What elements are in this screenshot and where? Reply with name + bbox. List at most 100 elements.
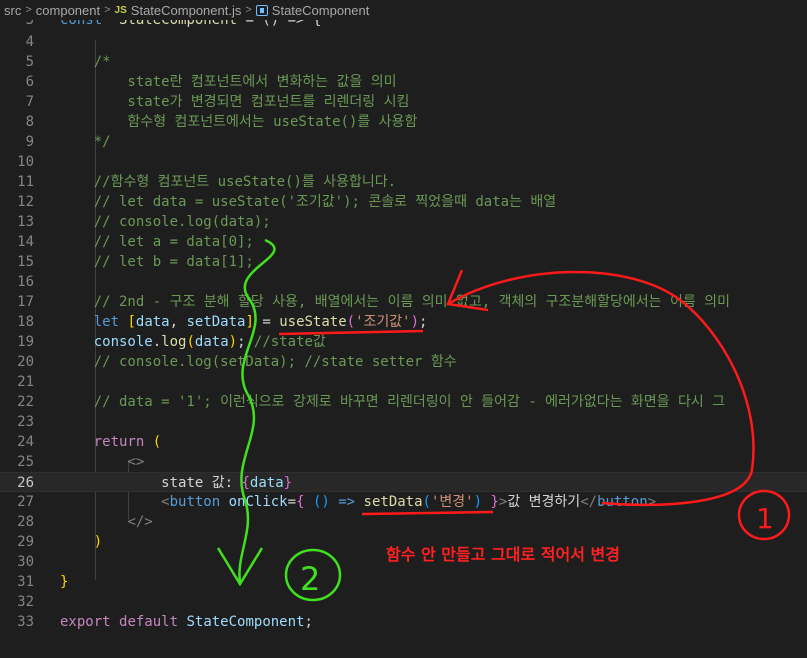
breadcrumb-item-file[interactable]: StateComponent.js <box>131 3 242 18</box>
code-token: data <box>194 334 229 350</box>
code-line[interactable]: 18 let [data, setData] = useState('조기값')… <box>0 312 807 332</box>
code-line[interactable]: 28 </> <box>0 512 807 532</box>
breadcrumb-item-symbol[interactable]: StateComponent <box>272 3 370 18</box>
code-line[interactable]: 24 return ( <box>0 432 807 452</box>
code-token: ; <box>237 334 254 350</box>
code-token: < <box>161 494 170 510</box>
code-token: // console.log(data); <box>60 214 271 230</box>
code-line[interactable]: 14 // let a = data[0]; <box>0 232 807 252</box>
code-token: () <box>312 494 330 510</box>
code-line[interactable]: 8 함수형 컴포넌트에서는 useState()를 사용함 <box>0 112 807 132</box>
line-number: 17 <box>17 294 34 310</box>
code-line[interactable]: 5 /* <box>0 52 807 72</box>
line-number: 9 <box>25 134 34 150</box>
code-token: ( <box>186 334 195 350</box>
code-token: button <box>169 494 221 510</box>
line-number: 15 <box>17 254 34 270</box>
line-number: 22 <box>17 394 34 410</box>
code-text: // 2nd - 구조 분해 할당 사용, 배열에서는 이름 의미 없고, 객체… <box>60 292 730 312</box>
line-number: 30 <box>17 554 34 570</box>
code-token: log <box>161 334 187 350</box>
code-token: [ <box>127 314 136 330</box>
code-token: { <box>241 475 250 491</box>
breadcrumb-item-component[interactable]: component <box>36 3 100 18</box>
code-token: } <box>60 574 69 590</box>
line-number: 4 <box>25 34 34 50</box>
code-text: // let a = data[0]; <box>60 232 254 252</box>
code-text: ) <box>60 532 102 552</box>
line-number: 21 <box>17 374 34 390</box>
code-token: data <box>249 475 284 491</box>
breadcrumb: src > component > JS StateComponent.js >… <box>0 0 807 20</box>
code-token: */ <box>60 134 111 150</box>
code-text: state 값: {data} <box>60 473 292 493</box>
code-line[interactable]: 19 console.log(data); //state값 <box>0 332 807 352</box>
line-number: 16 <box>17 274 34 290</box>
code-line[interactable]: 12 // let data = useState('조기값'); 콘솔로 찍었… <box>0 192 807 212</box>
code-line[interactable]: 26 state 값: {data} <box>0 472 807 492</box>
code-line[interactable]: 13 // console.log(data); <box>0 212 807 232</box>
code-token: // let a = data[0]; <box>60 234 254 250</box>
code-text: 함수형 컴포넌트에서는 useState()를 사용함 <box>60 112 417 132</box>
breadcrumb-item-src[interactable]: src <box>4 3 21 18</box>
code-line[interactable]: 27 <button onClick={ () => setData('변경')… <box>0 492 807 512</box>
line-number: 6 <box>25 74 34 90</box>
code-token: // 2nd - 구조 분해 할당 사용, 배열에서는 이름 의미 없고, 객체… <box>60 294 730 310</box>
code-line[interactable]: 20 // console.log(setData); //state sett… <box>0 352 807 372</box>
line-number: 25 <box>17 454 34 470</box>
code-line[interactable]: 7 state가 변경되면 컴포넌트를 리렌더링 시킴 <box>0 92 807 112</box>
line-number: 13 <box>17 214 34 230</box>
code-line[interactable]: 16 <box>0 272 807 292</box>
chevron-right-icon: > <box>104 4 111 16</box>
code-token: data <box>135 314 170 330</box>
line-number: 10 <box>17 154 34 170</box>
line-number: 23 <box>17 414 34 430</box>
code-text: return ( <box>60 432 161 452</box>
chevron-right-icon: > <box>25 4 32 16</box>
code-token: ; <box>419 314 428 330</box>
line-number: 26 <box>17 475 34 491</box>
code-line[interactable]: 31} <box>0 572 807 592</box>
code-text: console.log(data); //state값 <box>60 332 326 352</box>
code-text: let [data, setData] = useState('조기값'); <box>60 312 428 332</box>
code-token: } <box>283 475 293 491</box>
code-line[interactable]: 33 export default StateComponent; <box>0 612 807 632</box>
code-token: , <box>169 314 187 330</box>
code-line[interactable]: 9 */ <box>0 132 807 152</box>
code-token: ) <box>473 494 483 510</box>
code-line[interactable]: 22 // data = '1'; 이런식으로 강제로 바꾸면 리렌더링이 안 … <box>0 392 807 412</box>
code-line[interactable]: 15 // let b = data[1]; <box>0 252 807 272</box>
code-token: . <box>152 334 162 350</box>
code-line[interactable]: 25 <> <box>0 452 807 472</box>
code-line[interactable]: 11 //함수형 컴포넌트 useState()를 사용합니다. <box>0 172 807 192</box>
code-text: /* <box>60 52 111 72</box>
code-line[interactable]: 21 <box>0 372 807 392</box>
line-number: 8 <box>25 114 34 130</box>
code-line[interactable]: 6 state란 컴포넌트에서 변화하는 값을 의미 <box>0 72 807 92</box>
code-token: // console.log(setData); //state setter … <box>60 354 457 370</box>
code-line[interactable]: 17 // 2nd - 구조 분해 할당 사용, 배열에서는 이름 의미 없고,… <box>0 292 807 312</box>
code-line[interactable]: 10 <box>0 152 807 172</box>
code-token: let <box>93 314 120 330</box>
line-number: 20 <box>17 354 34 370</box>
code-token: ) <box>228 334 238 350</box>
code-token: </ <box>580 494 598 510</box>
code-line[interactable]: 4 <box>0 32 807 52</box>
code-line[interactable]: 32 <box>0 592 807 612</box>
code-token: button <box>597 494 648 510</box>
code-token: '변경' <box>430 494 474 510</box>
line-number: 19 <box>17 334 34 350</box>
code-text: state란 컴포넌트에서 변화하는 값을 의미 <box>60 72 396 92</box>
line-number: 12 <box>17 194 34 210</box>
code-line[interactable]: 23 <box>0 412 807 432</box>
code-text: // console.log(setData); //state setter … <box>60 352 457 372</box>
